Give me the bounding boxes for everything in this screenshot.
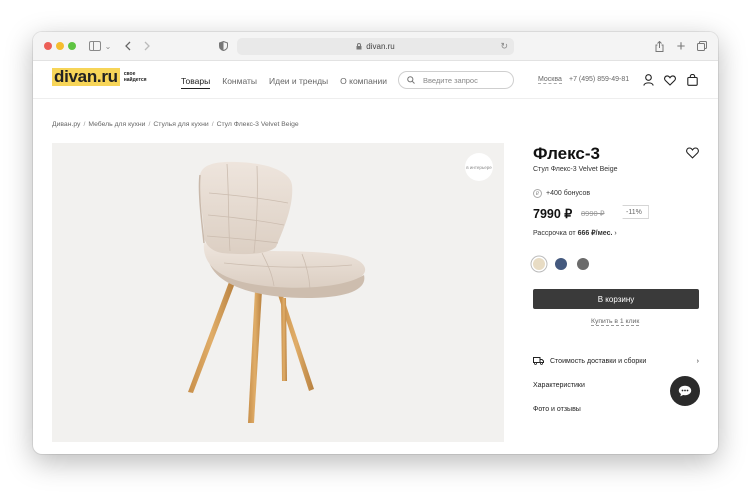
phone-number[interactable]: +7 (495) 859-49-81: [569, 76, 629, 83]
accordion-photos-reviews[interactable]: Фото и отзывы: [533, 406, 581, 413]
privacy-shield-icon[interactable]: [217, 38, 229, 54]
product-title: Флекс-3: [533, 144, 600, 163]
installment-link[interactable]: Рассрочка от 666 ₽/мес. ›: [533, 229, 617, 237]
search-icon: [407, 76, 415, 84]
user-icon[interactable]: [641, 73, 655, 87]
installment-prefix: Рассрочка от: [533, 230, 576, 237]
accordion-photos-label: Фото и отзывы: [533, 406, 581, 413]
breadcrumb-item[interactable]: Стулья для кухни: [153, 121, 208, 128]
site-logo[interactable]: divan.ru свое найдется: [52, 68, 152, 86]
breadcrumb-separator: /: [83, 121, 86, 128]
back-arrow-icon[interactable]: [122, 38, 134, 54]
reload-icon[interactable]: ↻: [500, 41, 508, 52]
nav-item-about[interactable]: О компании: [340, 76, 387, 89]
search-placeholder: Введите запрос: [423, 75, 478, 85]
logo-tagline: свое найдется: [123, 71, 147, 83]
color-swatch-blue[interactable]: [555, 258, 567, 270]
nav-item-ideas[interactable]: Идеи и тренды: [269, 76, 328, 89]
color-swatches: [533, 258, 589, 270]
minimize-window-button[interactable]: [56, 42, 64, 50]
forward-arrow-icon[interactable]: [141, 38, 153, 54]
close-window-button[interactable]: [44, 42, 52, 50]
nav-item-rooms[interactable]: Конматы: [222, 76, 257, 89]
accordion-specs[interactable]: Характеристики: [533, 382, 585, 389]
heart-icon[interactable]: [663, 73, 677, 87]
product-subtitle: Стул Флекс-3 Velvet Beige: [533, 166, 618, 173]
lock-icon: [356, 43, 362, 50]
accordion-delivery[interactable]: Стоимость доставки и сборки ›: [533, 357, 699, 365]
sidebar-toggle-icon[interactable]: [88, 38, 102, 54]
chat-button[interactable]: [670, 376, 700, 406]
truck-icon: [533, 357, 544, 365]
share-icon[interactable]: [653, 38, 665, 54]
buy-one-click-link[interactable]: Купить в 1 клик: [591, 318, 640, 326]
breadcrumb-current: Стул Флекс-3 Velvet Beige: [216, 121, 299, 128]
breadcrumb-item[interactable]: Мебель для кухни: [88, 121, 145, 128]
chair-image: [188, 161, 366, 423]
main-nav: Товары Конматы Идеи и тренды О компании: [181, 76, 387, 89]
old-price: 8990 ₽: [581, 209, 605, 218]
discount-value: -11%: [626, 208, 642, 216]
in-interior-badge[interactable]: в интерьере: [465, 153, 493, 181]
bonus-coin-icon: ₽: [533, 189, 542, 198]
cart-icon[interactable]: [685, 73, 699, 87]
chevron-down-icon[interactable]: ⌄: [104, 38, 112, 54]
color-swatch-gray[interactable]: [577, 258, 589, 270]
installment-amount: 666 ₽/мес.: [577, 230, 613, 237]
current-price: 7990 ₽: [533, 207, 573, 221]
bonus-info: ₽ +400 бонусов: [533, 189, 590, 198]
site-header: divan.ru свое найдется Товары Конматы Ид…: [33, 61, 718, 99]
nav-item-products[interactable]: Товары: [181, 76, 211, 89]
logo-text: divan.ru: [52, 67, 120, 86]
new-tab-icon[interactable]: +: [675, 38, 687, 55]
breadcrumb-separator: /: [148, 121, 151, 128]
chat-bubble-icon: [678, 385, 692, 397]
address-bar-url: divan.ru: [366, 42, 395, 51]
tab-overview-icon[interactable]: [696, 38, 708, 54]
chevron-right-icon: ›: [614, 230, 617, 237]
address-bar[interactable]: divan.ru ↻: [237, 38, 514, 55]
color-swatch-beige[interactable]: [533, 258, 545, 270]
browser-window: ⌄ divan.ru ↻ + divan.ru свое найдется То…: [33, 32, 718, 454]
accordion-delivery-label: Стоимость доставки и сборки: [550, 357, 647, 365]
product-gallery[interactable]: в интерьере: [52, 143, 504, 442]
city-selector[interactable]: Москва: [538, 76, 562, 84]
search-input[interactable]: Введите запрос: [398, 71, 514, 89]
breadcrumb-item[interactable]: Диван.ру: [52, 121, 80, 128]
bonus-text: +400 бонусов: [546, 190, 591, 197]
zoom-window-button[interactable]: [68, 42, 76, 50]
favorite-heart-icon[interactable]: [686, 146, 699, 164]
accordion-specs-label: Характеристики: [533, 382, 585, 389]
breadcrumb: Диван.ру / Мебель для кухни / Стулья для к…: [52, 121, 299, 128]
browser-titlebar: ⌄ divan.ru ↻ +: [33, 32, 718, 61]
chevron-right-icon: ›: [696, 357, 699, 365]
discount-tag: -11%: [617, 205, 649, 219]
breadcrumb-separator: /: [211, 121, 214, 128]
add-to-cart-button[interactable]: В корзину: [533, 289, 699, 309]
